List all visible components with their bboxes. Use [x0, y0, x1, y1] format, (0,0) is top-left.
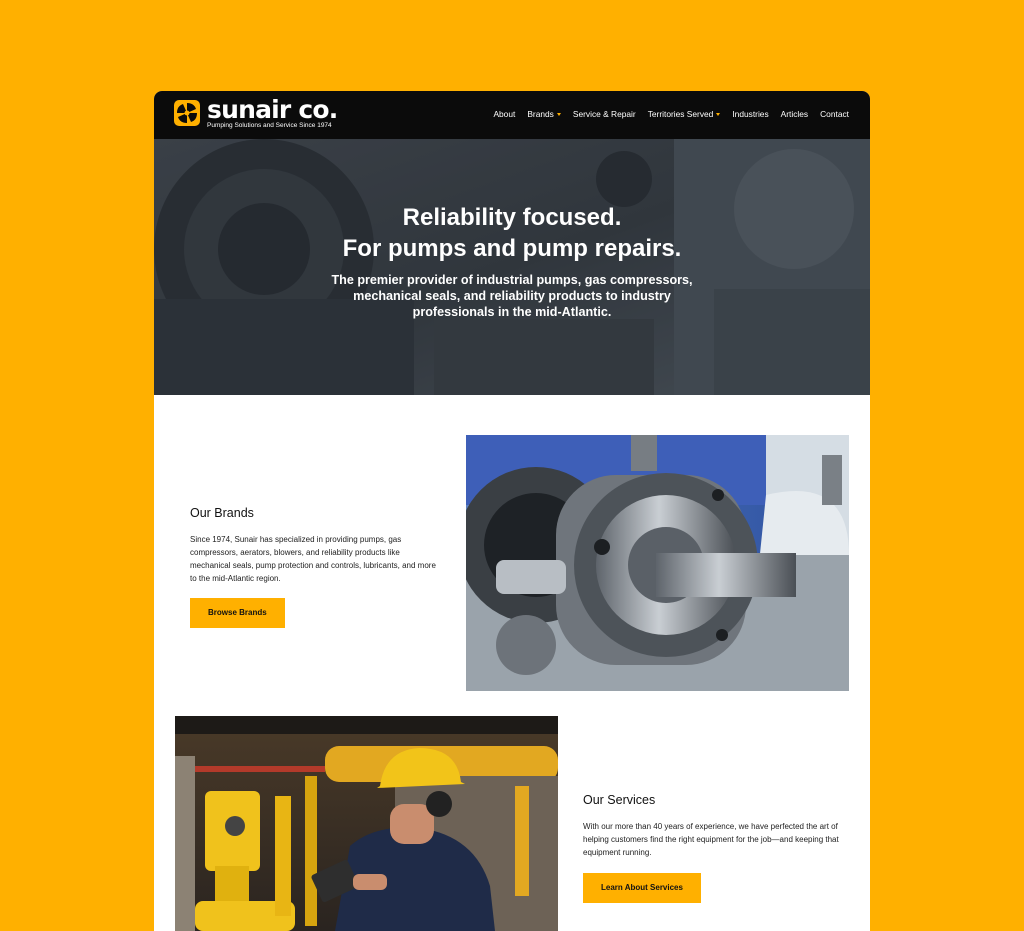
sunair-logo-icon [174, 100, 200, 126]
nav-item-about[interactable]: About [493, 109, 515, 119]
nav-item-articles[interactable]: Articles [781, 109, 808, 119]
nav-item-brands[interactable]: Brands [527, 109, 561, 119]
logo-tagline: Pumping Solutions and Service Since 1974 [207, 122, 332, 129]
brands-section: Our Brands Since 1974, Sunair has specia… [190, 506, 440, 585]
services-title: Our Services [583, 793, 656, 807]
nav-item-industries[interactable]: Industries [732, 109, 768, 119]
browse-brands-button[interactable]: Browse Brands [190, 598, 285, 628]
hero-overlay [154, 139, 870, 395]
brands-description: Since 1974, Sunair has specialized in pr… [190, 535, 436, 583]
site-header: sunair co. Pumping Solutions and Service… [154, 91, 870, 139]
services-section: Our Services With our more than 40 years… [583, 793, 843, 859]
pump-photo [466, 435, 849, 691]
nav-item-territories[interactable]: Territories Served [648, 109, 721, 119]
chevron-down-icon [556, 112, 561, 116]
hero-banner: Reliability focused. For pumps and pump … [154, 139, 870, 395]
logo[interactable]: sunair co. Pumping Solutions and Service… [174, 95, 354, 133]
technician-photo [175, 716, 558, 931]
website-frame: sunair co. Pumping Solutions and Service… [154, 91, 870, 931]
learn-about-services-button[interactable]: Learn About Services [583, 873, 701, 903]
chevron-down-icon [716, 112, 721, 116]
services-description: With our more than 40 years of experienc… [583, 822, 839, 857]
brands-title: Our Brands [190, 506, 254, 520]
nav-item-service-repair[interactable]: Service & Repair [573, 109, 636, 119]
main-nav: About Brands Service & Repair Territorie… [493, 109, 849, 119]
logo-wordmark: sunair co. [207, 95, 338, 124]
hero-title: Reliability focused. For pumps and pump … [342, 204, 682, 262]
nav-item-contact[interactable]: Contact [820, 109, 849, 119]
hero-subtitle: The premier provider of industrial pumps… [331, 273, 693, 319]
